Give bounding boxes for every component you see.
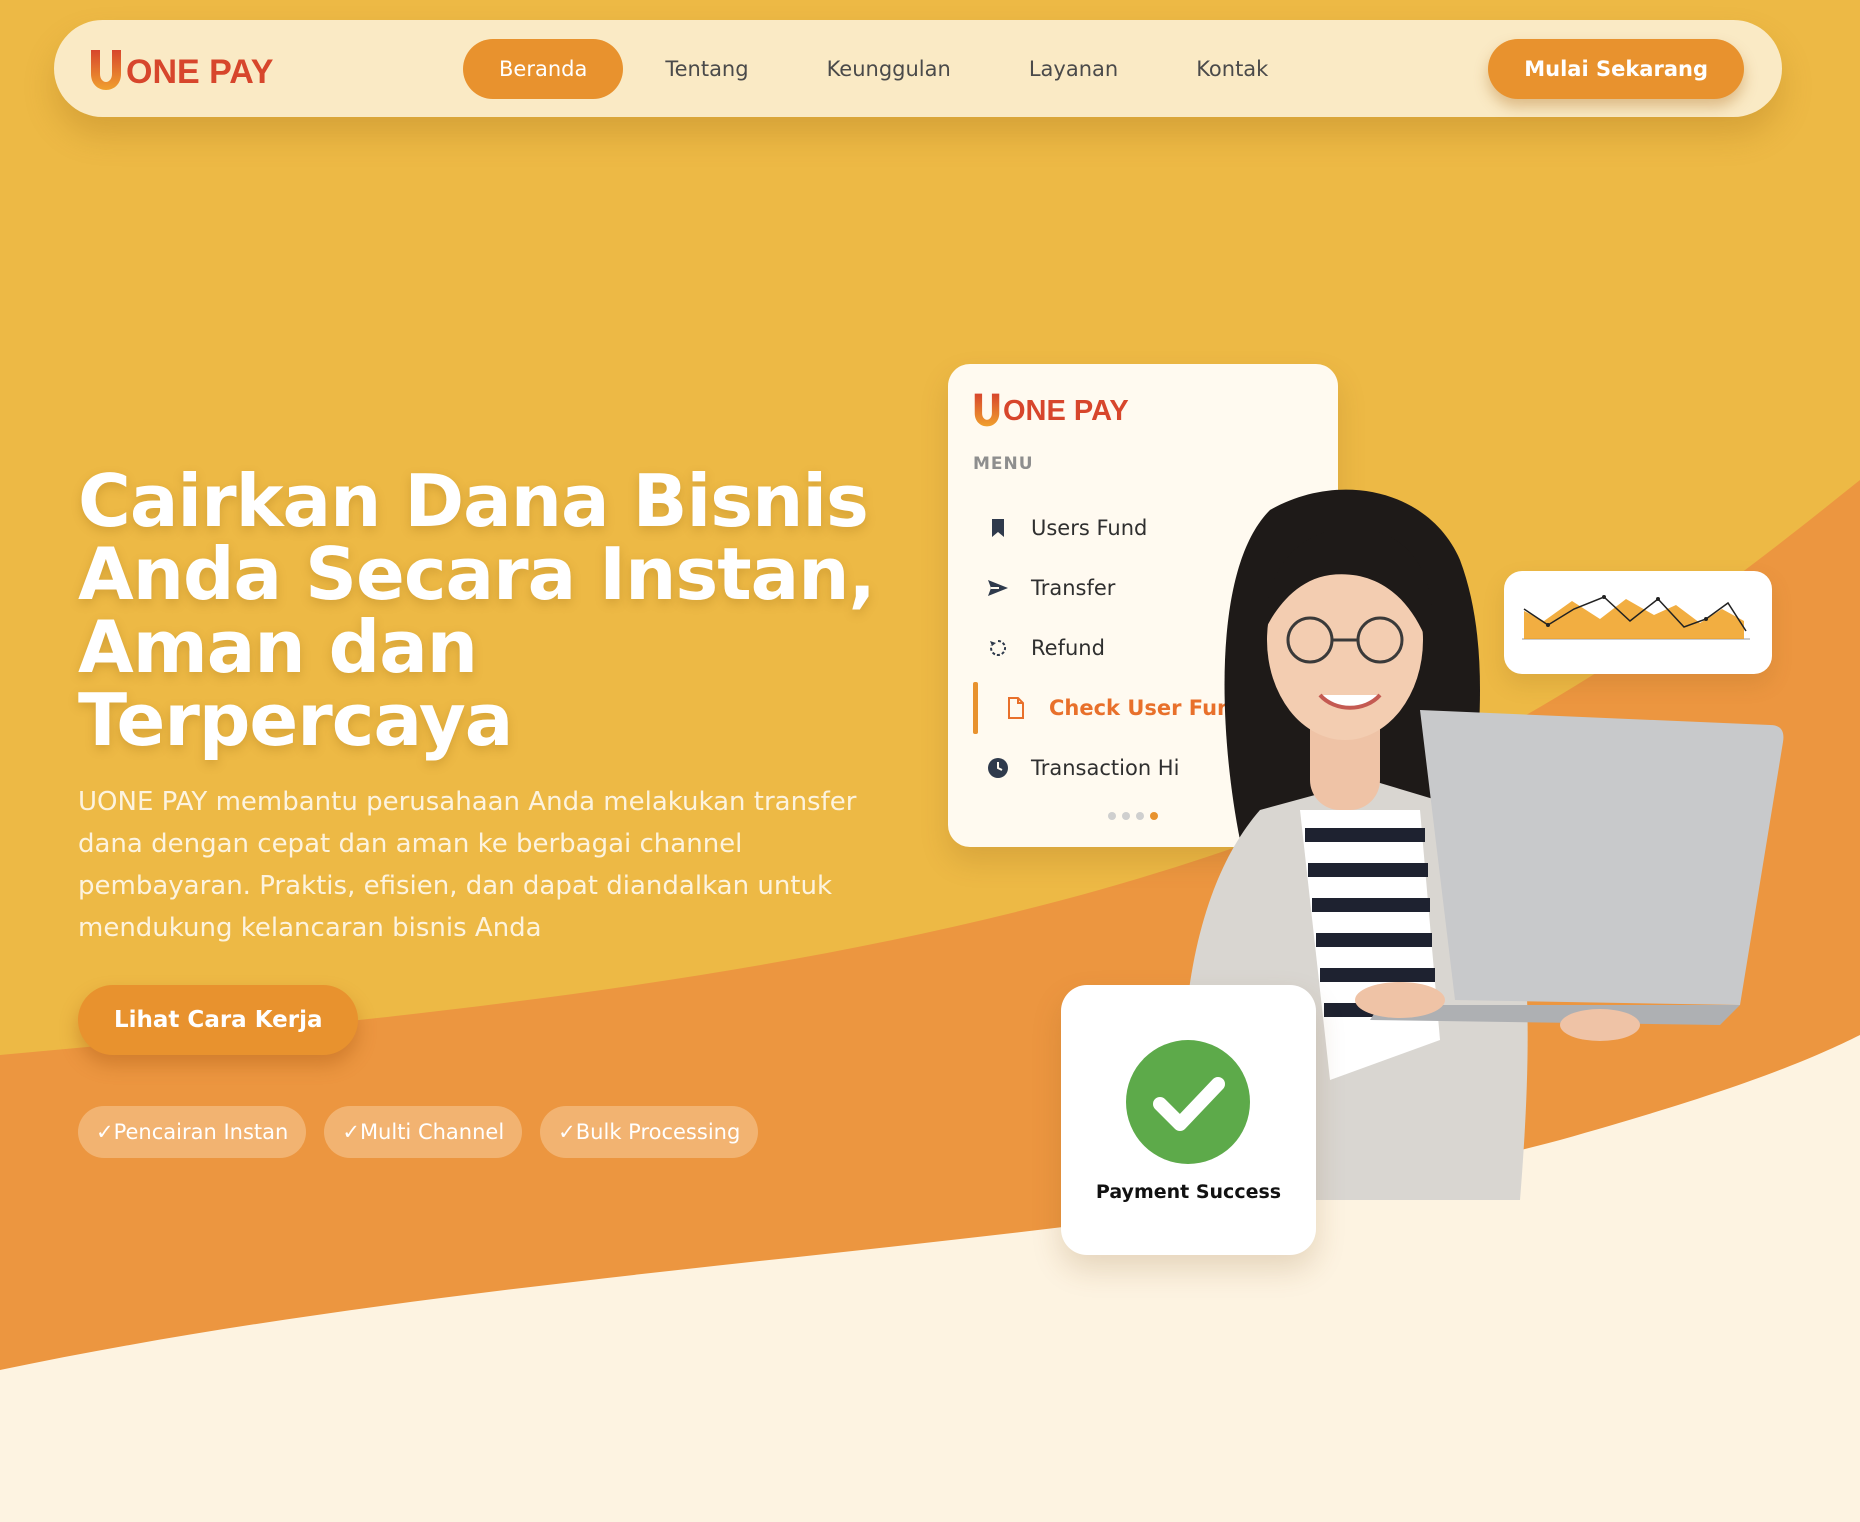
hero-title: Cairkan Dana Bisnis Anda Secara Instan, … [78, 465, 938, 757]
feature-badges: ✓Pencairan Instan ✓Multi Channel ✓Bulk P… [78, 1106, 776, 1158]
brand-logo[interactable]: ONE PAY [88, 44, 273, 92]
feature-badge: ✓Pencairan Instan [78, 1106, 307, 1158]
u-logo-icon [974, 393, 1000, 427]
hero-description: UONE PAY membantu perusahaan Anda melaku… [78, 787, 857, 943]
dashboard-logo: ONE PAY [972, 388, 1129, 428]
send-icon [985, 575, 1011, 601]
bookmark-icon [985, 515, 1011, 541]
nav-link-tentang[interactable]: Tentang [629, 39, 784, 99]
document-icon [1003, 695, 1029, 721]
dashboard-brand-text: ONE PAY [1003, 395, 1129, 427]
clock-icon [985, 755, 1011, 781]
nav-links: Beranda Tentang Keunggulan Layanan Konta… [463, 39, 1310, 99]
see-how-it-works-button[interactable]: Lihat Cara Kerja [78, 985, 359, 1055]
payment-success-card: Payment Success [1061, 985, 1316, 1255]
nav-link-keunggulan[interactable]: Keunggulan [791, 39, 987, 99]
top-navbar: ONE PAY Beranda Tentang Keunggulan Layan… [54, 20, 1782, 117]
refresh-icon [985, 635, 1011, 661]
payment-success-label: Payment Success [1095, 1181, 1282, 1203]
brand-text: ONE PAY [126, 53, 274, 91]
feature-badge: ✓Bulk Processing [540, 1106, 759, 1158]
start-now-button[interactable]: Mulai Sekarang [1488, 39, 1744, 99]
hero-title-line: Anda Secara Instan, [78, 532, 876, 616]
menu-heading: MENU [973, 454, 1034, 474]
nav-link-beranda[interactable]: Beranda [463, 39, 624, 99]
u-logo-icon [91, 50, 121, 90]
nav-link-layanan[interactable]: Layanan [993, 39, 1154, 99]
check-circle-icon [1126, 1040, 1250, 1164]
hero-title-line: Cairkan Dana Bisnis [78, 459, 869, 543]
hero-title-line: Aman dan [78, 605, 478, 689]
feature-badge: ✓Multi Channel [324, 1106, 523, 1158]
hero-title-line: Terpercaya [78, 678, 513, 762]
nav-link-kontak[interactable]: Kontak [1160, 39, 1304, 99]
